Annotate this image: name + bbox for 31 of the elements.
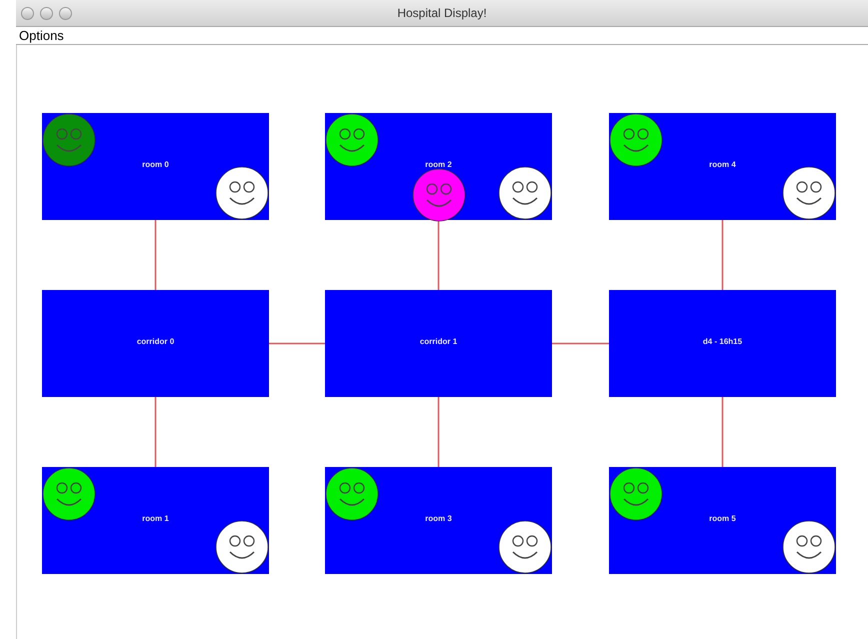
connector-line: [722, 220, 724, 290]
room-label: d4 - 16h15: [702, 337, 742, 346]
smiley-icon[interactable]: [42, 467, 96, 521]
connector-line: [722, 397, 724, 467]
smiley-icon[interactable]: [215, 166, 269, 220]
connector-line: [438, 220, 440, 290]
room-label: room 0: [142, 160, 169, 169]
smiley-icon[interactable]: [325, 467, 379, 521]
room-label: room 5: [709, 514, 736, 523]
connector-line: [552, 342, 609, 344]
smiley-icon[interactable]: [609, 113, 663, 167]
room-label: room 3: [425, 514, 452, 523]
smiley-icon[interactable]: [782, 166, 836, 220]
connector-line: [438, 397, 440, 467]
smiley-icon[interactable]: [609, 467, 663, 521]
smiley-icon[interactable]: [412, 168, 466, 222]
smiley-icon[interactable]: [215, 520, 269, 574]
smiley-icon[interactable]: [498, 166, 552, 220]
room-label: corridor 1: [420, 337, 458, 346]
room-label: corridor 0: [136, 337, 174, 346]
menu-item[interactable]: Options: [19, 28, 64, 43]
smiley-icon[interactable]: [325, 113, 379, 167]
connector-line: [269, 342, 325, 344]
connector-line: [154, 220, 156, 290]
smiley-icon[interactable]: [782, 520, 836, 574]
smiley-icon[interactable]: [498, 520, 552, 574]
room-label: room 1: [142, 514, 169, 523]
window-title: Hospital Display!: [397, 6, 487, 20]
connector-line: [154, 397, 156, 467]
room-label: room 2: [425, 160, 452, 169]
room-label: room 4: [709, 160, 736, 169]
